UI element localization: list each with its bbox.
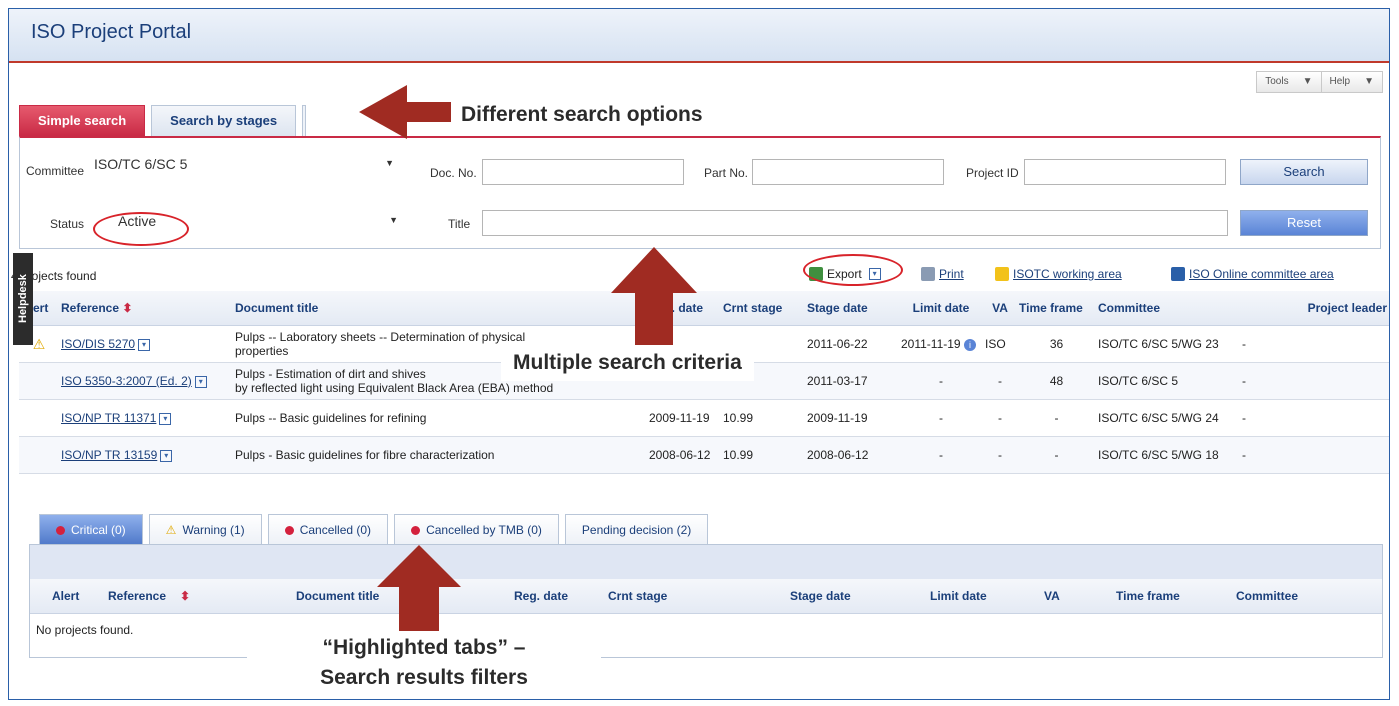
app-window: ISO Project Portal Tools ▼ Help ▼ Simple s… <box>8 8 1390 700</box>
callout-search-criteria: Multiple search criteria <box>501 345 754 381</box>
arrow-left <box>359 85 459 139</box>
highlight-oval-export <box>803 254 903 286</box>
callout-line: Search results filters <box>320 666 528 689</box>
arrow-up-criteria <box>611 247 697 345</box>
callout-search-options: Different search options <box>451 101 713 129</box>
callout-line: “Highlighted tabs” – <box>322 636 526 659</box>
arrow-up-filters <box>377 545 461 633</box>
callout-highlighted-tabs: “Highlighted tabs” – Search results filt… <box>247 631 601 695</box>
highlight-oval-status <box>93 212 189 246</box>
